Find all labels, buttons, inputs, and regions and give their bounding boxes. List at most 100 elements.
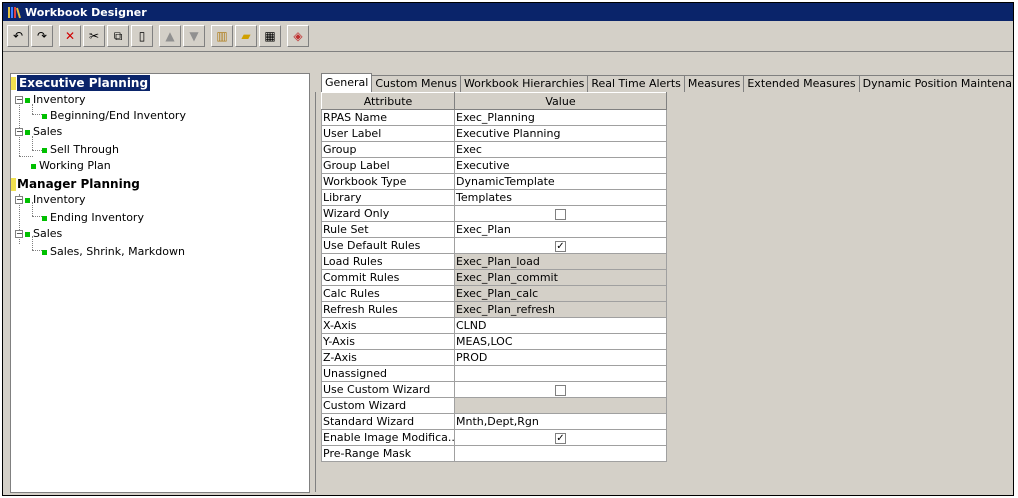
table-row[interactable]: Enable Image Modifica... ✓: [321, 429, 667, 446]
value-cell[interactable]: [454, 445, 667, 462]
cut-icon[interactable]: ✂: [83, 25, 105, 47]
value-cell[interactable]: PROD: [454, 349, 667, 366]
table-row[interactable]: Y-Axis MEAS,LOC: [321, 333, 667, 350]
collapse-icon[interactable]: −: [15, 96, 23, 104]
attribute-cell: Unassigned: [321, 365, 455, 382]
table-row[interactable]: Custom Wizard: [321, 397, 667, 414]
value-cell[interactable]: Exec_Plan_refresh: [454, 301, 667, 318]
unchecked-checkbox[interactable]: [555, 208, 566, 220]
attribute-grid: Attribute Value RPAS Name Exec_Planning Us…: [321, 92, 667, 462]
unchecked-checkbox[interactable]: [555, 384, 566, 396]
move-up-icon[interactable]: ▲: [159, 25, 181, 47]
table-row[interactable]: Pre-Range Mask: [321, 445, 667, 462]
value-cell[interactable]: Exec_Planning: [454, 109, 667, 126]
copy-icon[interactable]: ⧉: [107, 25, 129, 47]
value-cell[interactable]: [454, 397, 667, 414]
tree-item-manager-planning[interactable]: Manager Planning: [11, 176, 140, 192]
collapse-icon[interactable]: −: [15, 128, 23, 136]
attribute-cell: Rule Set: [321, 221, 455, 238]
attribute-cell: Enable Image Modifica...: [321, 429, 455, 446]
grid-icon[interactable]: ▦: [259, 25, 281, 47]
tree-item-sales-shrink-markdown[interactable]: Sales, Shrink, Markdown: [42, 244, 185, 260]
value-cell[interactable]: [454, 365, 667, 382]
table-row[interactable]: Rule Set Exec_Plan: [321, 221, 667, 238]
table-row[interactable]: RPAS Name Exec_Planning: [321, 109, 667, 126]
library-icon[interactable]: ▥: [211, 25, 233, 47]
node-icon: [42, 113, 47, 119]
collapse-icon[interactable]: −: [15, 196, 23, 204]
checked-checkbox[interactable]: ✓: [555, 240, 566, 252]
table-row[interactable]: Commit Rules Exec_Plan_commit: [321, 269, 667, 286]
table-row[interactable]: Wizard Only: [321, 205, 667, 222]
table-row[interactable]: Group Label Executive: [321, 157, 667, 174]
value-checkbox-cell[interactable]: ✓: [454, 237, 667, 254]
table-row[interactable]: Z-Axis PROD: [321, 349, 667, 366]
value-cell[interactable]: Templates: [454, 189, 667, 206]
value-checkbox-cell[interactable]: [454, 205, 667, 222]
table-row[interactable]: User Label Executive Planning: [321, 125, 667, 142]
checked-checkbox[interactable]: ✓: [555, 432, 566, 444]
value-cell[interactable]: CLND: [454, 317, 667, 334]
workbook-tree[interactable]: Executive Planning − Inventory Beginning…: [10, 73, 310, 493]
table-row[interactable]: Group Exec: [321, 141, 667, 158]
value-checkbox-cell[interactable]: [454, 381, 667, 398]
redo-icon[interactable]: ↷: [31, 25, 53, 47]
tab-general[interactable]: General: [321, 73, 373, 92]
tree-item-ending-inventory[interactable]: Ending Inventory: [42, 210, 144, 226]
value-cell[interactable]: Exec_Plan: [454, 221, 667, 238]
value-cell[interactable]: Executive Planning: [454, 125, 667, 142]
tab-measures[interactable]: Measures: [683, 75, 745, 92]
tree-item-exec-inventory[interactable]: − Inventory: [15, 92, 86, 108]
node-icon: [25, 231, 30, 237]
tab-workbook-hierarchies[interactable]: Workbook Hierarchies: [459, 75, 589, 92]
tree-item-mgr-inventory[interactable]: − Inventory: [15, 192, 86, 208]
table-row[interactable]: Use Custom Wizard: [321, 381, 667, 398]
attribute-cell: Standard Wizard: [321, 413, 455, 430]
tree-item-working-plan[interactable]: Working Plan: [31, 158, 111, 174]
value-cell[interactable]: Exec_Plan_calc: [454, 285, 667, 302]
attribute-cell: Load Rules: [321, 253, 455, 270]
value-cell[interactable]: MEAS,LOC: [454, 333, 667, 350]
rpas-icon[interactable]: ◈: [287, 25, 309, 47]
table-row[interactable]: X-Axis CLND: [321, 317, 667, 334]
delete-icon[interactable]: ✕: [59, 25, 81, 47]
tab-real-time-alerts[interactable]: Real Time Alerts: [587, 75, 685, 92]
value-cell[interactable]: Exec_Plan_load: [454, 253, 667, 270]
column-header-value[interactable]: Value: [454, 92, 667, 110]
value-cell[interactable]: Mnth,Dept,Rgn: [454, 413, 667, 430]
paste-icon[interactable]: ▯: [131, 25, 153, 47]
open-folder-icon[interactable]: ▰: [235, 25, 257, 47]
property-tabs: General Custom Menus Workbook Hierarchies R…: [321, 73, 1013, 92]
column-header-attribute[interactable]: Attribute: [321, 92, 455, 110]
tab-dynamic-position-maintenance[interactable]: Dynamic Position Maintenance: [858, 75, 1013, 92]
move-down-icon[interactable]: ▼: [183, 25, 205, 47]
tree-item-beginning-end-inventory[interactable]: Beginning/End Inventory: [42, 108, 186, 124]
attribute-cell: Use Default Rules: [321, 237, 455, 254]
tab-custom-menus[interactable]: Custom Menus: [371, 75, 461, 92]
table-row[interactable]: Load Rules Exec_Plan_load: [321, 253, 667, 270]
value-cell[interactable]: Exec: [454, 141, 667, 158]
table-row[interactable]: Calc Rules Exec_Plan_calc: [321, 285, 667, 302]
tab-extended-measures[interactable]: Extended Measures: [743, 75, 860, 92]
value-cell[interactable]: Executive: [454, 157, 667, 174]
undo-icon[interactable]: ↶: [7, 25, 29, 47]
tree-item-mgr-sales[interactable]: − Sales: [15, 226, 62, 242]
table-row[interactable]: Refresh Rules Exec_Plan_refresh: [321, 301, 667, 318]
table-row[interactable]: Library Templates: [321, 189, 667, 206]
value-cell[interactable]: DynamicTemplate: [454, 173, 667, 190]
tree-item-exec-sales[interactable]: − Sales: [15, 124, 62, 140]
node-icon: [31, 163, 36, 169]
value-cell[interactable]: Exec_Plan_commit: [454, 269, 667, 286]
table-row[interactable]: Use Default Rules ✓: [321, 237, 667, 254]
tree-item-sell-through[interactable]: Sell Through: [42, 142, 119, 158]
value-checkbox-cell[interactable]: ✓: [454, 429, 667, 446]
window-title: Workbook Designer: [25, 5, 147, 19]
title-bar: Workbook Designer: [3, 3, 1013, 21]
attribute-cell: X-Axis: [321, 317, 455, 334]
attribute-cell: Wizard Only: [321, 205, 455, 222]
table-row[interactable]: Workbook Type DynamicTemplate: [321, 173, 667, 190]
tree-item-executive-planning[interactable]: Executive Planning: [11, 75, 151, 91]
table-row[interactable]: Unassigned: [321, 365, 667, 382]
collapse-icon[interactable]: −: [15, 230, 23, 238]
table-row[interactable]: Standard Wizard Mnth,Dept,Rgn: [321, 413, 667, 430]
